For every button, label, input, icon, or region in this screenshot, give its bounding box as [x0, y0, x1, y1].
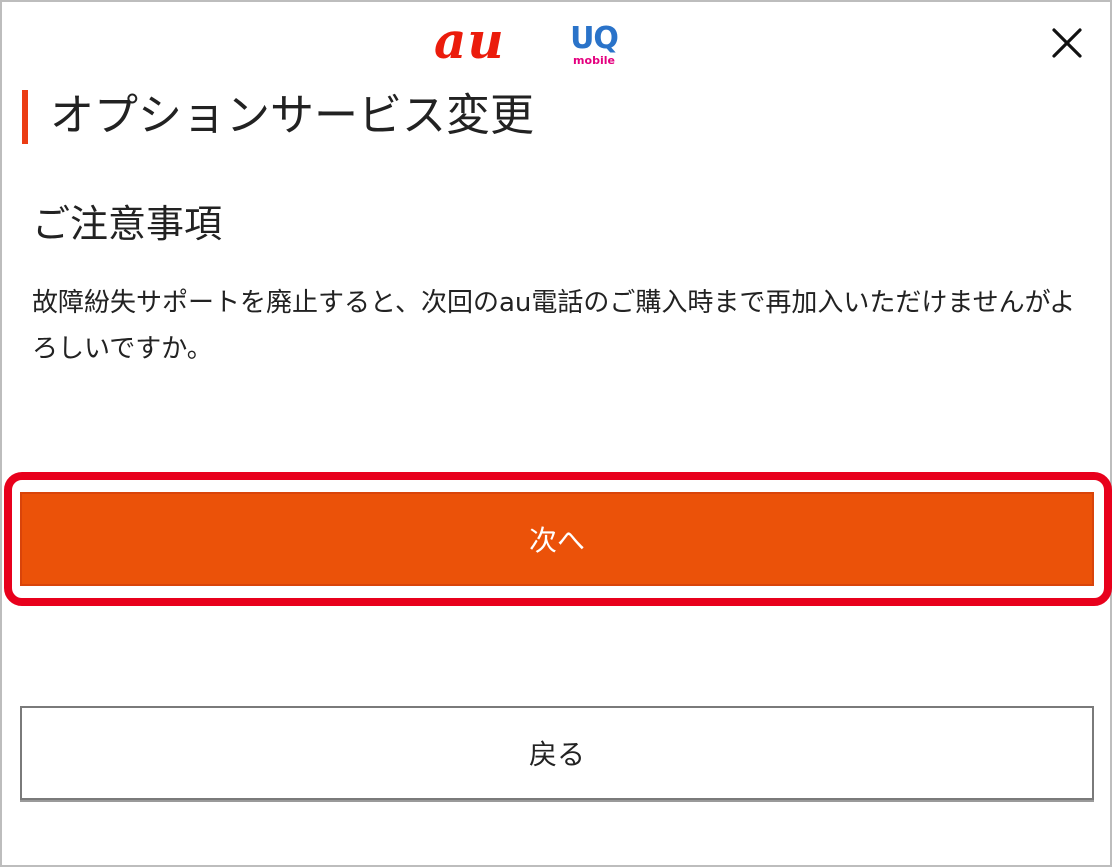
- notice-heading: ご注意事項: [32, 202, 223, 246]
- title-accent-bar: [22, 90, 28, 144]
- page-title: オプションサービス変更: [50, 90, 534, 141]
- next-button[interactable]: 次へ: [20, 492, 1094, 586]
- close-icon: [1052, 28, 1082, 58]
- uq-logo-text: UQ: [570, 21, 619, 56]
- au-logo: au: [434, 11, 505, 70]
- back-button[interactable]: 戻る: [20, 706, 1094, 800]
- uq-mobile-logo: UQ mobile: [564, 24, 624, 72]
- uq-logo-subtext: mobile: [573, 54, 615, 67]
- close-button[interactable]: [1046, 22, 1088, 64]
- dialog-frame: au UQ mobile オプションサービス変更 ご注意事項 故障紛失サポートを…: [0, 0, 1112, 867]
- notice-text: 故障紛失サポートを廃止すると、次回のau電話のご購入時まで再加入いただけませんが…: [32, 288, 1076, 364]
